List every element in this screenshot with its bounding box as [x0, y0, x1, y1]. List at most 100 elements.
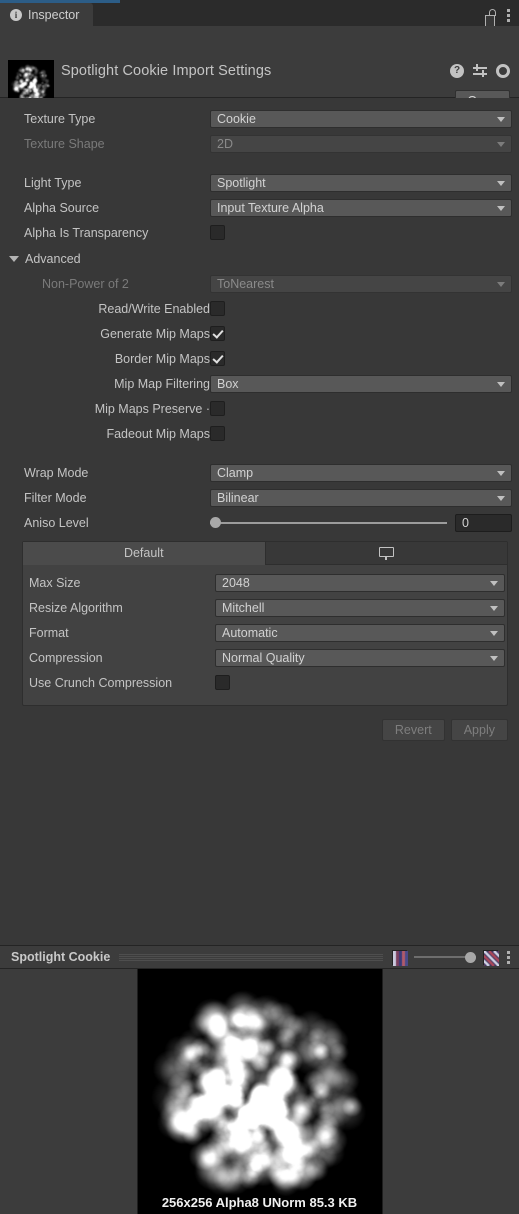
chevron-down-icon — [490, 605, 498, 611]
resize-algorithm-label: Resize Algorithm — [29, 600, 123, 615]
max-size-label: Max Size — [29, 575, 81, 590]
preview-zoom-slider[interactable] — [414, 950, 476, 964]
tab-standalone[interactable] — [264, 542, 507, 565]
light-type-label: Light Type — [24, 175, 82, 190]
fadeout-mip-maps-label: Fadeout Mip Maps — [106, 426, 210, 441]
filter-mode-value: Bilinear — [217, 490, 259, 505]
monitor-icon — [378, 546, 394, 560]
preview-toolbar: Spotlight Cookie — [0, 945, 519, 969]
chevron-down-icon — [490, 630, 498, 636]
aniso-level-control: 0 — [210, 513, 512, 532]
field-alpha-is-transparency: Alpha Is Transparency — [0, 222, 519, 243]
mip-map-filtering-value: Box — [217, 376, 239, 391]
use-crunch-compression-label: Use Crunch Compression — [29, 675, 173, 690]
light-type-value: Spotlight — [217, 175, 266, 190]
field-wrap-mode: Wrap Mode Clamp — [0, 462, 519, 483]
non-power-of-2-value: ToNearest — [217, 276, 274, 291]
chevron-down-icon — [490, 580, 498, 586]
texture-shape-dropdown: 2D — [210, 134, 512, 153]
use-crunch-compression-checkbox[interactable] — [215, 675, 230, 690]
tab-bar-actions — [485, 9, 519, 27]
fadeout-mip-maps-checkbox[interactable] — [210, 426, 225, 441]
texture-shape-label: Texture Shape — [24, 136, 105, 151]
compression-label: Compression — [29, 650, 103, 665]
field-use-crunch-compression: Use Crunch Compression — [23, 672, 507, 693]
chevron-down-icon — [9, 256, 19, 262]
field-resize-algorithm: Resize Algorithm Mitchell — [23, 597, 507, 618]
generate-mip-maps-label: Generate Mip Maps — [100, 326, 210, 341]
chevron-down-icon — [497, 180, 505, 186]
max-size-dropdown[interactable]: 2048 — [215, 573, 505, 592]
platform-settings-box: Default Max Size 2048 Resize Algorithm M… — [22, 541, 508, 706]
wrap-mode-dropdown[interactable]: Clamp — [210, 463, 512, 482]
light-type-dropdown[interactable]: Spotlight — [210, 173, 512, 192]
texture-type-label: Texture Type — [24, 111, 96, 126]
field-format: Format Automatic — [23, 622, 507, 643]
kebab-menu-icon[interactable] — [507, 9, 510, 22]
compression-value: Normal Quality — [222, 650, 305, 665]
preview-zoom-handle[interactable] — [465, 951, 476, 963]
preview-drag-handle[interactable] — [119, 953, 383, 961]
field-max-size: Max Size 2048 — [23, 572, 507, 593]
mip-map-filtering-dropdown[interactable]: Box — [210, 374, 512, 393]
aniso-level-slider[interactable] — [210, 515, 447, 530]
preset-icon[interactable] — [473, 64, 487, 78]
advanced-foldout[interactable]: Advanced — [0, 249, 519, 269]
border-mip-maps-checkbox[interactable] — [210, 351, 225, 366]
lock-open-icon[interactable] — [485, 9, 496, 27]
field-aniso-level: Aniso Level 0 — [0, 512, 519, 533]
wrap-mode-label: Wrap Mode — [24, 465, 89, 480]
read-write-enabled-checkbox[interactable] — [210, 301, 225, 316]
chevron-down-icon — [497, 381, 505, 387]
page-title: Spotlight Cookie Import Settings — [61, 63, 272, 79]
filter-mode-dropdown[interactable]: Bilinear — [210, 488, 512, 507]
chevron-down-icon — [497, 205, 505, 211]
inspector-window: i Inspector Spotlight Cookie Import Sett… — [0, 0, 519, 1214]
diagonal-stripe-icon[interactable] — [483, 949, 499, 966]
max-size-value: 2048 — [222, 575, 250, 590]
resize-algorithm-value: Mitchell — [222, 600, 265, 615]
compression-dropdown[interactable]: Normal Quality — [215, 648, 505, 667]
field-non-power-of-2: Non-Power of 2 ToNearest — [0, 273, 519, 294]
generate-mip-maps-checkbox[interactable] — [210, 326, 225, 341]
preview-menu-icon[interactable] — [507, 950, 510, 964]
format-value: Automatic — [222, 625, 278, 640]
read-write-enabled-label: Read/Write Enabled — [98, 301, 210, 316]
texture-type-dropdown[interactable]: Cookie — [210, 109, 512, 128]
tab-default-label: Default — [123, 546, 164, 560]
field-border-mip-maps: Border Mip Maps — [0, 348, 519, 369]
wrap-mode-value: Clamp — [217, 465, 254, 480]
texture-preview-image[interactable] — [137, 969, 382, 1214]
field-alpha-source: Alpha Source Input Texture Alpha — [0, 197, 519, 218]
tab-default[interactable]: Default — [23, 542, 265, 565]
aniso-level-slider-handle[interactable] — [210, 517, 221, 528]
apply-button[interactable]: Apply — [450, 719, 508, 741]
chevron-down-icon — [497, 470, 505, 476]
aniso-level-input[interactable]: 0 — [455, 513, 512, 532]
info-icon: i — [10, 8, 22, 21]
texture-type-value: Cookie — [217, 111, 256, 126]
field-mip-maps-preserve: Mip Maps Preserve · — [0, 398, 519, 419]
alpha-source-dropdown[interactable]: Input Texture Alpha — [210, 198, 512, 217]
chevron-down-icon — [497, 281, 505, 287]
checkerboard-icon[interactable] — [392, 949, 408, 966]
mip-maps-preserve-checkbox[interactable] — [210, 401, 225, 416]
chevron-down-icon — [497, 116, 505, 122]
asset-header: Spotlight Cookie Import Settings ? Open — [0, 26, 519, 112]
advanced-label: Advanced — [25, 252, 81, 266]
alpha-is-transparency-checkbox[interactable] — [210, 225, 225, 240]
format-label: Format — [29, 625, 69, 640]
mip-maps-preserve-label: Mip Maps Preserve · — [94, 401, 210, 416]
chevron-down-icon — [497, 141, 505, 147]
alpha-source-value: Input Texture Alpha — [217, 200, 324, 215]
help-icon[interactable]: ? — [450, 64, 464, 78]
field-texture-type: Texture Type Cookie — [0, 108, 519, 129]
tab-inspector[interactable]: i Inspector — [0, 3, 94, 26]
filter-mode-label: Filter Mode — [24, 490, 87, 505]
field-read-write-enabled: Read/Write Enabled — [0, 298, 519, 319]
revert-button[interactable]: Revert — [381, 719, 445, 741]
format-dropdown[interactable]: Automatic — [215, 623, 505, 642]
gear-icon[interactable] — [496, 64, 510, 78]
non-power-of-2-label: Non-Power of 2 — [42, 276, 129, 291]
resize-algorithm-dropdown[interactable]: Mitchell — [215, 598, 505, 617]
